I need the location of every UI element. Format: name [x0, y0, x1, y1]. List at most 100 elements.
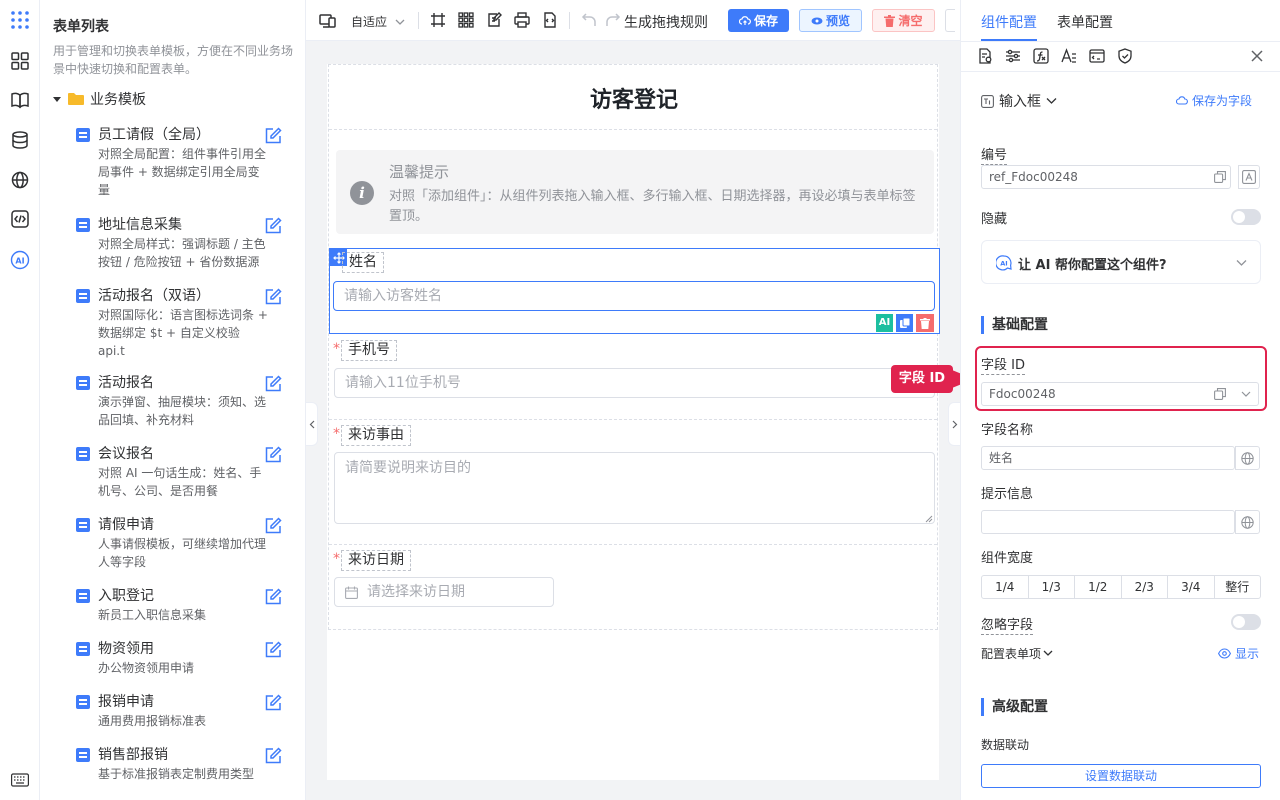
- reason-textarea[interactable]: 请简要说明来访目的: [334, 452, 935, 524]
- folder-icon: [68, 93, 84, 105]
- copy-icon[interactable]: [1214, 388, 1226, 400]
- redo-icon[interactable]: [605, 12, 623, 30]
- window-code-icon[interactable]: [1089, 48, 1105, 64]
- edit-icon[interactable]: [264, 588, 282, 606]
- save-as-field-label: 保存为字段: [1192, 94, 1253, 108]
- form-items-label: 配置表单项: [981, 647, 1042, 661]
- tab-component-config[interactable]: 组件配置: [981, 12, 1037, 32]
- ai-config-prompt[interactable]: AI 让 AI 帮你配置这个组件?: [981, 240, 1261, 284]
- undo-icon[interactable]: [581, 12, 599, 30]
- width-option[interactable]: 1/2: [1075, 576, 1122, 598]
- field-label: 来访日期: [341, 550, 411, 571]
- field-date[interactable]: * 来访日期 请选择来访日期: [329, 545, 940, 629]
- component-type-select[interactable]: 输入框: [981, 91, 1057, 111]
- folder-business-templates[interactable]: 业务模板: [52, 89, 146, 109]
- field-name-label: 字段名称: [981, 423, 1034, 438]
- generate-rule-button[interactable]: 生成拖拽规则: [624, 12, 708, 32]
- edit-icon[interactable]: [264, 446, 282, 464]
- collapse-left-handle[interactable]: [306, 402, 318, 446]
- field-name-input[interactable]: 姓名: [981, 446, 1235, 470]
- print-icon[interactable]: [514, 12, 532, 30]
- width-option[interactable]: 2/3: [1122, 576, 1168, 598]
- json-icon[interactable]: [542, 12, 560, 30]
- edit-icon[interactable]: [264, 641, 282, 659]
- clear-button[interactable]: 清空: [872, 9, 935, 32]
- width-label: 组件宽度: [981, 551, 1034, 566]
- toolbar: 自适应 生成拖拽规则 保存 预览 清空: [306, 0, 960, 41]
- form-file-icon: [76, 748, 90, 762]
- resize-handle-icon[interactable]: [925, 515, 933, 523]
- database-icon[interactable]: [9, 129, 31, 151]
- sliders-icon[interactable]: [1005, 48, 1021, 64]
- hint-input[interactable]: [981, 510, 1235, 534]
- tip-alert[interactable]: i 温馨提示 对照「添加组件」：从组件列表拖入输入框、多行输入框、日期选择器，再…: [336, 150, 934, 234]
- globe-icon[interactable]: [9, 169, 31, 191]
- form-title[interactable]: 访客登记: [329, 65, 939, 130]
- function-icon[interactable]: [1033, 48, 1049, 64]
- frame-icon[interactable]: [430, 12, 448, 30]
- keyboard-icon[interactable]: [9, 769, 31, 791]
- show-toggle-link[interactable]: 显示: [1218, 645, 1259, 662]
- template-name: 请假申请: [98, 517, 154, 533]
- input-type-icon: [981, 94, 994, 108]
- copy-icon[interactable]: [1214, 171, 1226, 183]
- edit-icon[interactable]: [264, 694, 282, 712]
- shield-icon[interactable]: [1117, 48, 1133, 64]
- tab-form-config[interactable]: 表单配置: [1057, 12, 1113, 32]
- field-name-selected[interactable]: 姓名 请输入访客姓名 AI: [329, 248, 940, 334]
- edit-icon[interactable]: [264, 127, 282, 145]
- form-file-icon: [76, 642, 90, 656]
- hidden-toggle[interactable]: [1231, 209, 1261, 225]
- delete-component-icon[interactable]: [916, 314, 934, 332]
- field-phone[interactable]: * 手机号 请输入11位手机号: [329, 335, 940, 419]
- visitor-name-input[interactable]: 请输入访客姓名: [333, 281, 935, 311]
- ai-icon[interactable]: AI: [9, 249, 31, 271]
- device-select[interactable]: 自适应: [351, 13, 405, 30]
- grid-icon[interactable]: [458, 12, 476, 30]
- width-option[interactable]: 3/4: [1168, 576, 1215, 598]
- form-items-toggle[interactable]: 配置表单项: [981, 645, 1053, 662]
- width-option[interactable]: 1/3: [1029, 576, 1075, 598]
- ignore-field-toggle[interactable]: [1231, 614, 1261, 630]
- hint-i18n-button[interactable]: [1235, 510, 1260, 534]
- form-container: 访客登记 i 温馨提示 对照「添加组件」：从组件列表拖入输入框、多行输入框、日期…: [328, 64, 940, 630]
- template-name: 地址信息采集: [98, 217, 182, 233]
- text-style-icon[interactable]: [1061, 48, 1077, 64]
- field-name-i18n-button[interactable]: [1235, 446, 1260, 470]
- components-icon[interactable]: [9, 50, 31, 72]
- device-icon[interactable]: [319, 12, 337, 30]
- toolbar-overflow-button[interactable]: [945, 9, 955, 32]
- data-linkage-label: 数据联动: [981, 738, 1030, 752]
- set-data-linkage-button[interactable]: 设置数据联动: [981, 764, 1261, 788]
- edit-icon[interactable]: [264, 288, 282, 306]
- close-icon[interactable]: [1251, 50, 1263, 62]
- save-as-field-button[interactable]: 保存为字段: [1176, 92, 1252, 109]
- copy-component-icon[interactable]: [896, 314, 913, 332]
- caret-down-icon: [53, 97, 61, 102]
- edit-icon[interactable]: [264, 517, 282, 535]
- field-reason[interactable]: * 来访事由 请简要说明来访目的: [329, 420, 940, 544]
- edit-doc-icon[interactable]: [486, 12, 504, 30]
- edit-icon[interactable]: [264, 217, 282, 235]
- edit-icon[interactable]: [264, 747, 282, 765]
- width-option[interactable]: 1/4: [982, 576, 1029, 598]
- ref-input[interactable]: ref_Fdoc00248: [981, 165, 1231, 189]
- visit-date-picker[interactable]: 请选择来访日期: [334, 577, 554, 607]
- book-icon[interactable]: [9, 89, 31, 111]
- ai-action-icon[interactable]: AI: [876, 314, 893, 332]
- save-button[interactable]: 保存: [728, 9, 789, 32]
- form-file-icon: [76, 128, 90, 142]
- chevron-down-icon[interactable]: [1241, 391, 1251, 398]
- props-icon[interactable]: [977, 48, 993, 64]
- translate-button[interactable]: [1238, 165, 1260, 189]
- preview-button[interactable]: 预览: [799, 9, 862, 32]
- phone-input[interactable]: 请输入11位手机号: [334, 368, 935, 398]
- code-icon[interactable]: [9, 208, 31, 230]
- cloud-upload-icon: [738, 15, 751, 25]
- collapse-right-handle[interactable]: [948, 402, 960, 446]
- edit-icon[interactable]: [264, 375, 282, 393]
- width-option[interactable]: 整行: [1215, 576, 1261, 598]
- designer-canvas: 自适应 生成拖拽规则 保存 预览 清空 访客登记 i 温馨提示 对照「添加组件」…: [306, 0, 960, 800]
- required-mark: *: [333, 341, 340, 357]
- app-grid-icon[interactable]: [9, 9, 31, 31]
